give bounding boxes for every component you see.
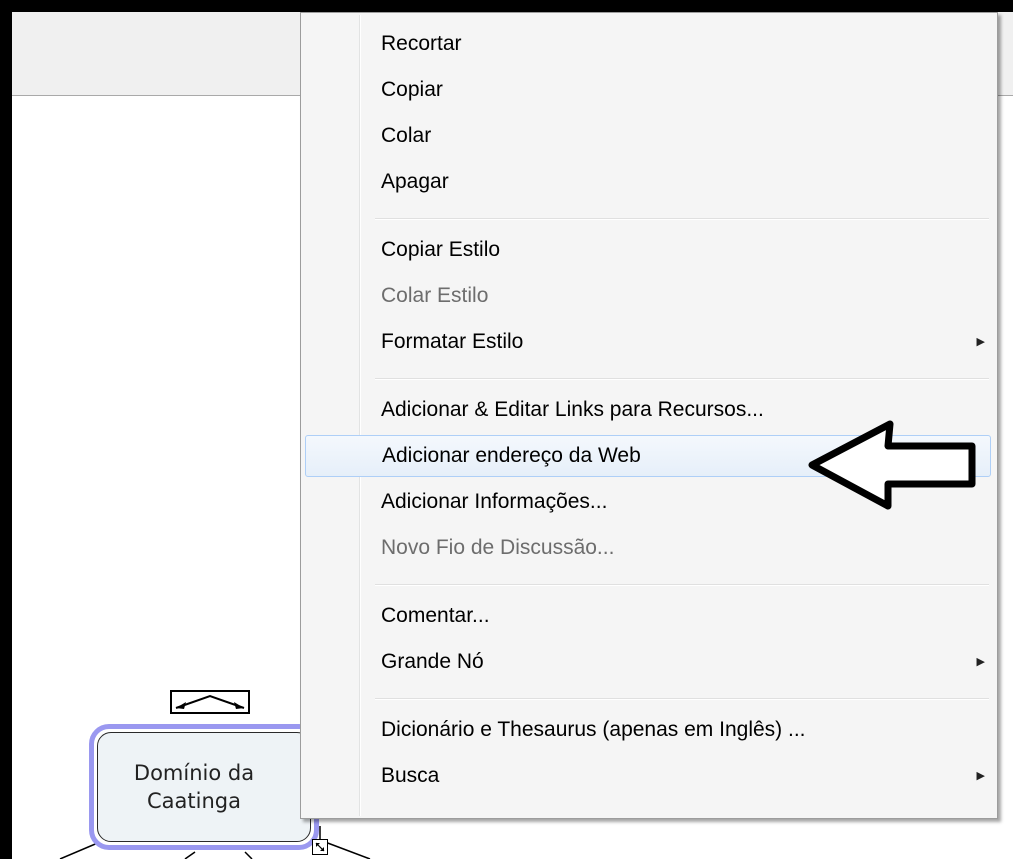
pointing-arrow-icon — [808, 420, 976, 510]
